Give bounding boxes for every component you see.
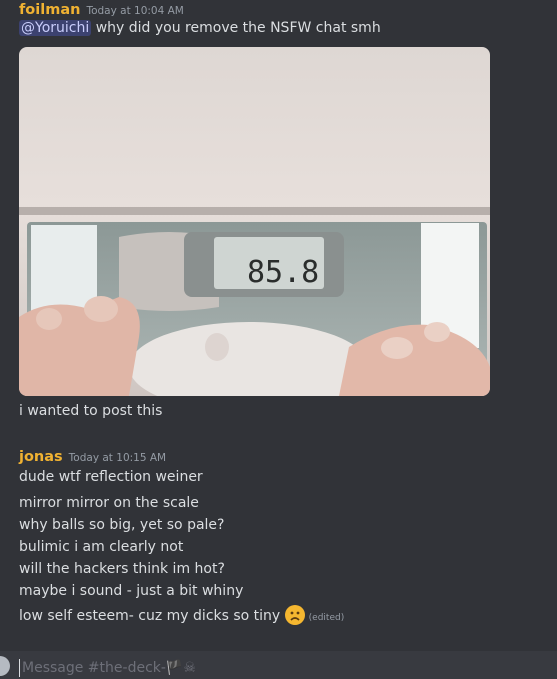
scale-photo: 85.8 [19, 47, 490, 396]
timestamp[interactable]: Today at 10:04 AM [86, 5, 183, 17]
message-input[interactable]: Message #the-deck-🏴☠ [19, 659, 196, 677]
message-content: @Yoruichi why did you remove the NSFW ch… [19, 20, 381, 36]
message-header: foilman Today at 10:04 AM [19, 0, 184, 18]
message-text: why balls so big, yet so pale? [19, 517, 225, 533]
message-text: i wanted to post this [19, 403, 163, 419]
username[interactable]: foilman [19, 2, 80, 18]
edited-label: (edited) [308, 613, 345, 623]
frowning-face-emoji-icon[interactable] [284, 605, 305, 625]
message-composer: Message #the-deck-🏴☠ [0, 651, 557, 679]
timestamp[interactable]: Today at 10:15 AM [69, 452, 166, 464]
message-text: dude wtf reflection weiner [19, 469, 203, 485]
message-text: bulimic i am clearly not [19, 539, 184, 555]
message-text: mirror mirror on the scale [19, 495, 199, 511]
add-attachment-icon[interactable] [0, 656, 10, 676]
message-header: jonas Today at 10:15 AM [19, 446, 166, 465]
image-attachment[interactable]: 85.8 [19, 47, 490, 396]
username[interactable]: jonas [19, 449, 63, 465]
message-text: maybe i sound - just a bit whiny [19, 583, 244, 599]
message-text: will the hackers think im hot? [19, 561, 225, 577]
message-last-line: low self esteem- cuz my dicks so tiny (e… [19, 605, 344, 625]
message-text: why did you remove the NSFW chat smh [95, 20, 381, 36]
message-text: low self esteem- cuz my dicks so tiny [19, 608, 281, 624]
scale-digits: 85.8 [247, 255, 319, 290]
user-mention[interactable]: @Yoruichi [19, 20, 92, 36]
